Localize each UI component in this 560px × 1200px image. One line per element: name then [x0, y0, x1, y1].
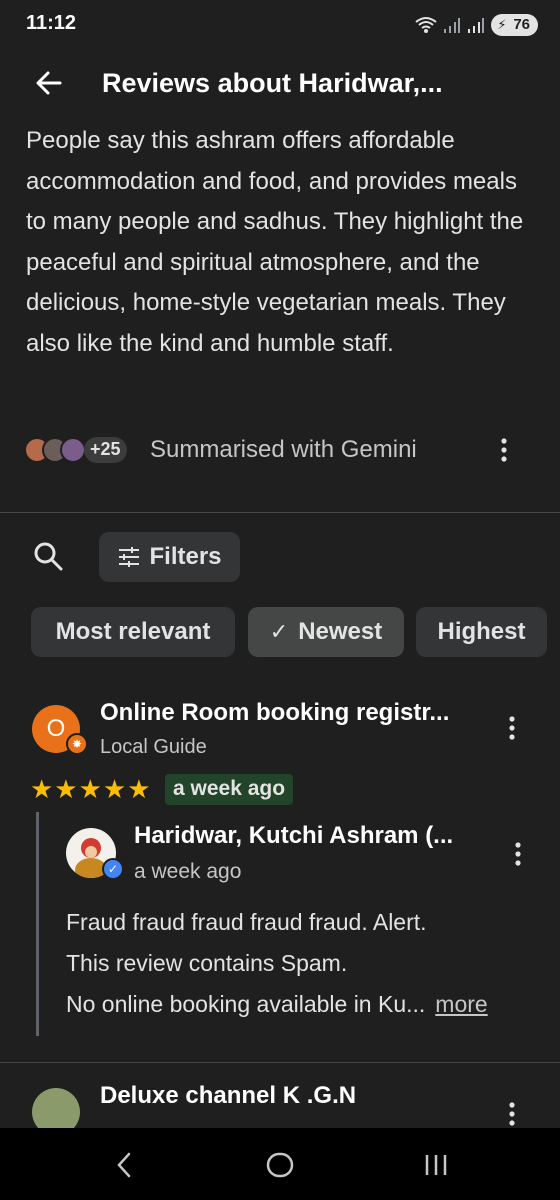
check-icon: ✓	[269, 619, 289, 644]
reply-line: Fraud fraud fraud fraud fraud. Alert.	[66, 909, 427, 935]
chip-label: Newest	[298, 618, 383, 645]
gemini-label: Summarised with Gemini	[150, 436, 417, 463]
battery-icon: ⚡ 76	[491, 14, 538, 36]
battery-level: 76	[513, 16, 530, 33]
reviewer-name[interactable]: Online Room booking registr...	[100, 699, 449, 727]
search-icon[interactable]	[32, 540, 66, 574]
filters-button[interactable]: Filters	[99, 532, 240, 582]
chip-label: Highest	[437, 618, 526, 645]
owner-reply-date: a week ago	[134, 860, 242, 883]
owner-name: Haridwar, Kutchi Ashram (...	[134, 822, 454, 849]
reply-line-last: No online booking available in Ku... more	[66, 984, 546, 1025]
owner-reply-text: Fraud fraud fraud fraud fraud. Alert. Th…	[66, 902, 546, 1025]
app-bar: Reviews about Haridwar,...	[0, 52, 560, 112]
system-nav-bar	[0, 1128, 560, 1200]
signal-icon	[468, 18, 485, 33]
more-link[interactable]: more	[435, 991, 487, 1017]
nav-back-icon[interactable]	[104, 1148, 144, 1182]
filters-label: Filters	[149, 543, 222, 570]
nav-recents-icon[interactable]	[416, 1148, 456, 1182]
chip-newest[interactable]: ✓ Newest	[248, 607, 404, 657]
gemini-summary-row: +25 Summarised with Gemini	[24, 430, 536, 470]
verified-check-icon: ✓	[102, 858, 124, 880]
reply-line: No online booking available in Ku...	[66, 991, 426, 1017]
more-vert-icon[interactable]	[506, 840, 530, 868]
reviewer-subtitle: Local Guide	[100, 736, 207, 758]
divider	[0, 1062, 560, 1063]
extra-reviewers-count: +25	[84, 437, 127, 463]
avatar	[60, 437, 86, 463]
review-date-badge: a week ago	[165, 774, 294, 805]
reviewer-avatars: +25	[24, 436, 127, 464]
divider	[0, 512, 560, 513]
more-vert-icon[interactable]	[500, 1100, 524, 1128]
avatar-letter: O	[46, 715, 66, 742]
more-vert-icon[interactable]	[492, 436, 516, 464]
more-vert-icon[interactable]	[500, 714, 524, 742]
chip-label: Most relevant	[55, 618, 211, 645]
review-summary: People say this ashram offers affordable…	[26, 127, 524, 357]
reply-indicator	[36, 812, 39, 1036]
star-rating: ★★★★★	[30, 774, 152, 804]
reviewer-name[interactable]: Deluxe channel K .G.N	[100, 1082, 356, 1110]
back-arrow-icon[interactable]	[32, 66, 66, 100]
wifi-icon	[415, 17, 437, 33]
local-guide-badge-icon: ✸	[66, 733, 88, 755]
chip-highest[interactable]: Highest	[416, 607, 547, 657]
reply-line: This review contains Spam.	[66, 950, 348, 976]
status-icons: ⚡ 76	[415, 12, 538, 38]
page-title: Reviews about Haridwar,...	[102, 68, 443, 98]
chip-most-relevant[interactable]: Most relevant	[31, 607, 235, 657]
charging-bolt-icon: ⚡	[497, 17, 507, 32]
signal-icon	[444, 18, 461, 33]
nav-home-icon[interactable]	[260, 1148, 300, 1182]
tune-icon	[119, 547, 140, 567]
status-bar: 11:12 ⚡ 76	[0, 0, 560, 50]
status-time: 11:12	[26, 12, 77, 34]
